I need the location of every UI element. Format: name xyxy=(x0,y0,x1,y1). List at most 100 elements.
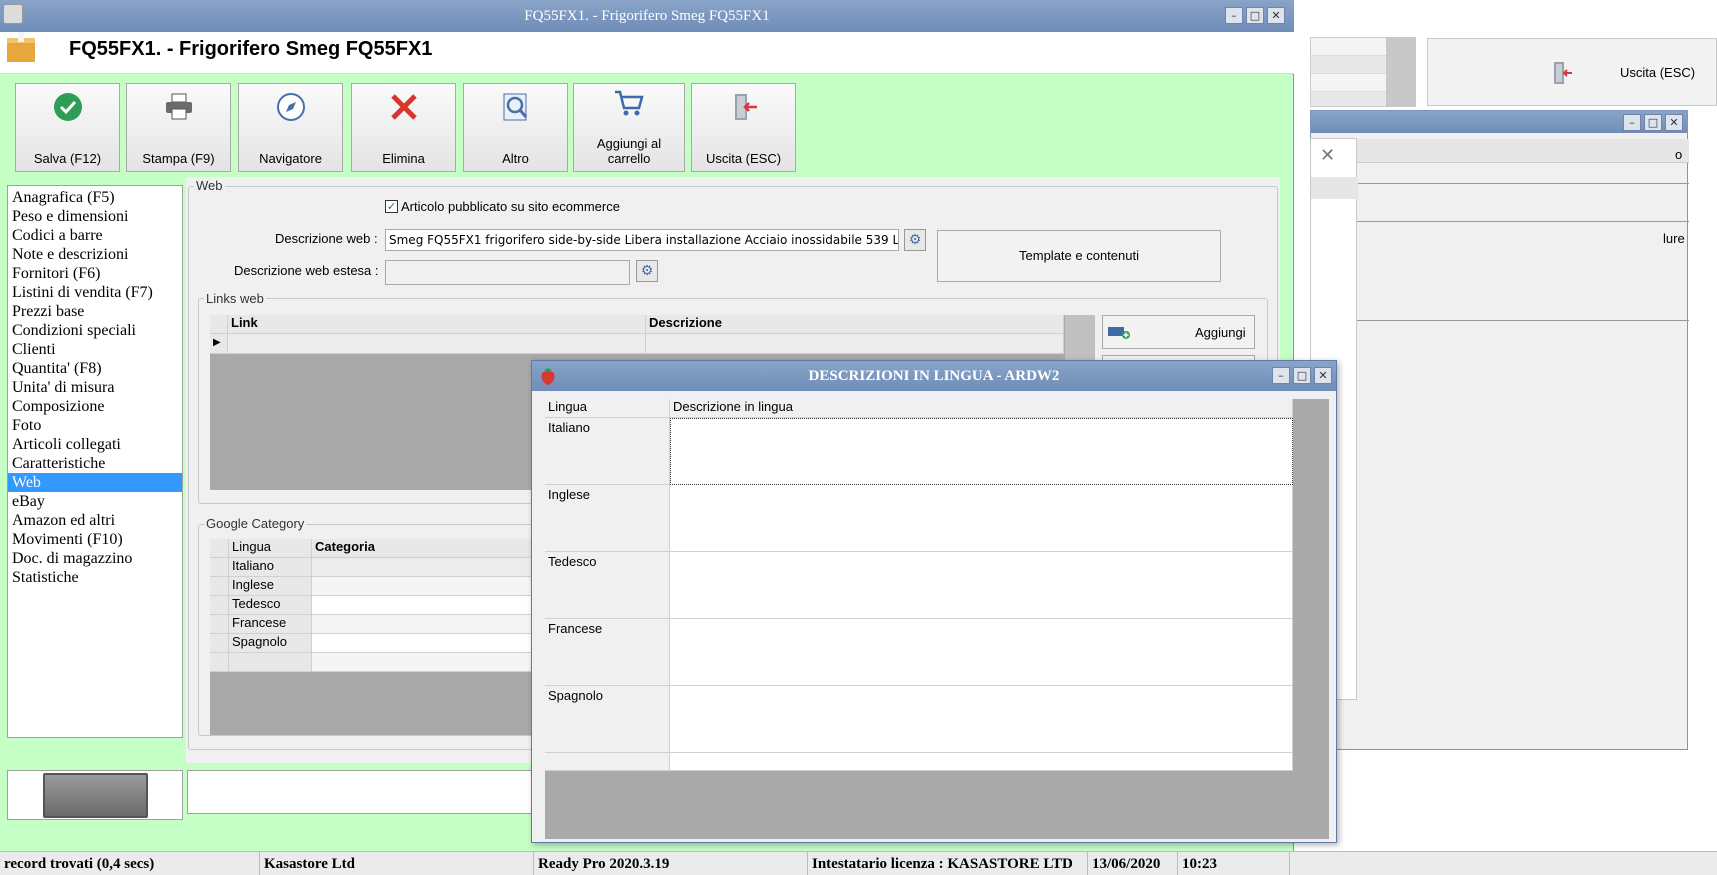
maximize-button[interactable]: □ xyxy=(1246,7,1264,24)
row-pointer-icon: ▶ xyxy=(210,334,228,354)
bg-close-button[interactable]: ✕ xyxy=(1665,114,1683,131)
close-button[interactable]: ✕ xyxy=(1267,7,1285,24)
background-exit-button[interactable]: Uscita (ESC) xyxy=(1427,38,1717,106)
status-date: 13/06/2020 xyxy=(1088,852,1178,875)
dialog-row-descrizione[interactable] xyxy=(670,552,1293,619)
other-button-label: Altro xyxy=(502,151,529,166)
gc-row-categoria[interactable] xyxy=(312,596,545,615)
sidebar-item-condizioni[interactable]: Condizioni speciali xyxy=(8,321,182,340)
exit-door-icon xyxy=(1552,61,1574,88)
sidebar-item-amazon[interactable]: Amazon ed altri xyxy=(8,511,182,530)
minimize-button[interactable]: – xyxy=(1225,7,1243,24)
template-button[interactable]: Template e contenuti xyxy=(937,230,1221,282)
gc-row-lingua: Italiano xyxy=(229,558,312,577)
strawberry-icon xyxy=(538,366,558,389)
links-new-row-descrizione[interactable] xyxy=(646,334,1064,354)
sidebar-item-caratteristiche[interactable]: Caratteristiche xyxy=(8,454,182,473)
gc-row-categoria[interactable] xyxy=(312,634,545,653)
sidebar-item-ebay[interactable]: eBay xyxy=(8,492,182,511)
descrizione-estesa-edit-button[interactable]: ⚙ xyxy=(636,260,658,282)
links-col-link[interactable]: Link xyxy=(228,315,646,334)
sidebar-item-foto[interactable]: Foto xyxy=(8,416,182,435)
sidebar-item-unita[interactable]: Unita' di misura xyxy=(8,378,182,397)
add-to-cart-button[interactable]: Aggiungi al carrello xyxy=(573,83,685,172)
print-button[interactable]: Stampa (F9) xyxy=(126,83,231,172)
sidebar-item-statistiche[interactable]: Statistiche xyxy=(8,568,182,587)
add-link-button[interactable]: Aggiungi xyxy=(1102,315,1255,349)
dialog-col-lingua[interactable]: Lingua xyxy=(545,399,670,418)
sidebar-item-fornitori[interactable]: Fornitori (F6) xyxy=(8,264,182,283)
sidebar-item-clienti[interactable]: Clienti xyxy=(8,340,182,359)
bg-maximize-button[interactable]: □ xyxy=(1644,114,1662,131)
background-scrollbar[interactable] xyxy=(1386,37,1416,107)
dialog-scrollbar[interactable] xyxy=(1295,399,1329,839)
search-document-icon xyxy=(501,92,531,125)
gc-col-categoria[interactable]: Categoria xyxy=(312,539,545,558)
dialog-row-lingua: Spagnolo xyxy=(545,686,670,753)
web-group-title: Web xyxy=(194,178,225,193)
sidebar-item-codici[interactable]: Codici a barre xyxy=(8,226,182,245)
navigator-button[interactable]: Navigatore xyxy=(238,83,343,172)
descrizione-web-edit-button[interactable]: ⚙ xyxy=(904,229,926,251)
gc-new-row-categoria[interactable] xyxy=(312,653,545,672)
sidebar-item-movimenti[interactable]: Movimenti (F10) xyxy=(8,530,182,549)
dialog-minimize-button[interactable]: – xyxy=(1272,367,1290,384)
app-icon xyxy=(3,4,23,24)
close-icon[interactable]: ✕ xyxy=(1320,145,1335,166)
gc-new-row[interactable] xyxy=(229,653,312,672)
printer-icon xyxy=(164,93,194,124)
sidebar-item-anagrafica[interactable]: Anagrafica (F5) xyxy=(8,188,182,207)
main-titlebar: FQ55FX1. - Frigorifero Smeg FQ55FX1 xyxy=(0,0,1294,32)
save-button[interactable]: Salva (F12) xyxy=(15,83,120,172)
other-button[interactable]: Altro xyxy=(463,83,568,172)
links-web-title: Links web xyxy=(204,291,266,306)
product-image xyxy=(43,773,148,818)
links-new-row-link[interactable] xyxy=(228,334,646,354)
links-col-descrizione[interactable]: Descrizione xyxy=(646,315,1064,334)
gc-row-categoria[interactable] xyxy=(312,615,545,634)
sidebar-item-peso[interactable]: Peso e dimensioni xyxy=(8,207,182,226)
gear-icon: ⚙ xyxy=(908,232,922,248)
sidebar-item-composizione[interactable]: Composizione xyxy=(8,397,182,416)
sidebar-item-doc[interactable]: Doc. di magazzino xyxy=(8,549,182,568)
dialog-new-row[interactable] xyxy=(545,753,670,771)
descrizione-web-input[interactable] xyxy=(385,229,899,251)
bg-minimize-button[interactable]: – xyxy=(1623,114,1641,131)
dialog-maximize-button[interactable]: □ xyxy=(1293,367,1311,384)
dialog-title: DESCRIZIONI IN LINGUA - ARDW2 xyxy=(808,368,1060,384)
dialog-close-button[interactable]: ✕ xyxy=(1314,367,1332,384)
dialog-new-row-descrizione[interactable] xyxy=(670,753,1293,771)
dialog-row-descrizione[interactable] xyxy=(670,418,1293,485)
exit-button[interactable]: Uscita (ESC) xyxy=(691,83,796,172)
dialog-row-descrizione[interactable] xyxy=(670,619,1293,686)
sidebar-item-articoli[interactable]: Articoli collegati xyxy=(8,435,182,454)
status-records: record trovati (0,4 secs) xyxy=(0,852,260,875)
descrizioni-dialog: DESCRIZIONI IN LINGUA - ARDW2 – □ ✕ Ling… xyxy=(531,360,1337,843)
dialog-row-descrizione[interactable] xyxy=(670,485,1293,552)
gc-col-lingua[interactable]: Lingua xyxy=(229,539,312,558)
descrizione-estesa-input[interactable] xyxy=(385,260,630,285)
sidebar-item-listini[interactable]: Listini di vendita (F7) xyxy=(8,283,182,302)
save-button-label: Salva (F12) xyxy=(33,151,102,166)
status-empty xyxy=(1290,852,1717,875)
gc-row-categoria[interactable] xyxy=(312,558,545,577)
google-category-grid: Lingua Categoria Italiano Inglese Tedesc… xyxy=(210,539,545,735)
gc-row-categoria[interactable] xyxy=(312,577,545,596)
status-version: Ready Pro 2020.3.19 xyxy=(534,852,808,875)
published-checkbox[interactable]: ✓ xyxy=(385,200,398,213)
dialog-row-lingua: Inglese xyxy=(545,485,670,552)
sidebar-item-prezzi[interactable]: Prezzi base xyxy=(8,302,182,321)
dialog-row-descrizione[interactable] xyxy=(670,686,1293,753)
delete-button[interactable]: Elimina xyxy=(351,83,456,172)
background-exit-label: Uscita (ESC) xyxy=(1620,65,1696,80)
sidebar-item-note[interactable]: Note e descrizioni xyxy=(8,245,182,264)
sidebar-item-quantita[interactable]: Quantita' (F8) xyxy=(8,359,182,378)
template-button-label: Template e contenuti xyxy=(1019,248,1139,263)
package-icon xyxy=(5,32,37,67)
sidebar-item-web[interactable]: Web xyxy=(8,473,182,492)
add-to-cart-button-label: Aggiungi al carrello xyxy=(596,136,662,166)
cart-icon xyxy=(613,89,645,120)
descrizione-estesa-label: Descrizione web estesa : xyxy=(234,263,379,278)
dialog-col-descrizione[interactable]: Descrizione in lingua xyxy=(670,399,1293,418)
google-category-title: Google Category xyxy=(204,516,307,531)
